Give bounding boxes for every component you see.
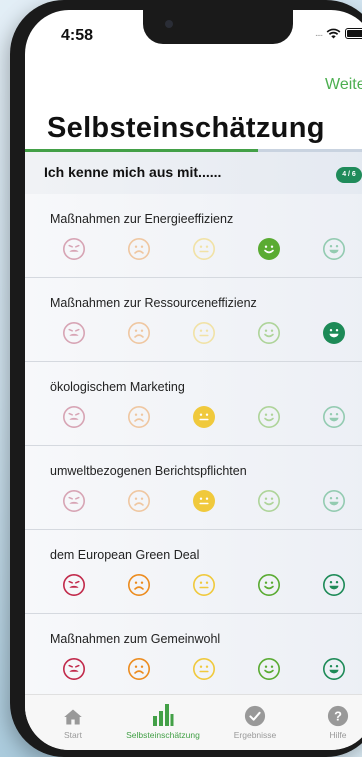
app-screen: 4:58 .... Weiter Selbsteinschätzung Ich … [25, 10, 362, 750]
neutral-face-icon[interactable] [192, 657, 216, 681]
happy-face-icon[interactable] [257, 573, 281, 597]
rating-item-label: Maßnahmen zur Energieeffizienz [50, 212, 234, 226]
tab-hilfe[interactable]: ? Hilfe [293, 701, 362, 740]
rating-item-label: umweltbezogenen Berichtspflichten [50, 464, 247, 478]
signal-dots: .... [315, 28, 323, 39]
rating-item-label: Maßnahmen zur Ressourceneffizienz [50, 296, 257, 310]
happy-face-icon[interactable] [257, 657, 281, 681]
wifi-icon [326, 28, 341, 39]
tab-label: Hilfe [329, 730, 347, 740]
sad-face-icon[interactable] [127, 489, 151, 513]
weiter-button[interactable]: Weiter [325, 76, 362, 94]
tab-start[interactable]: Start [28, 701, 118, 740]
very-sad-face-icon[interactable] [62, 321, 86, 345]
rating-item: umweltbezogenen Berichtspflichten [25, 446, 362, 530]
bar-chart-icon [118, 701, 208, 727]
tab-label: Selbsteinschätzung [126, 730, 200, 740]
rating-options [62, 489, 346, 513]
sad-face-icon[interactable] [127, 405, 151, 429]
rating-item-label: ökologischem Marketing [50, 380, 185, 394]
very-happy-face-icon[interactable] [322, 573, 346, 597]
very-sad-face-icon[interactable] [62, 573, 86, 597]
rating-item: dem European Green Deal [25, 530, 362, 614]
sad-face-icon[interactable] [127, 573, 151, 597]
status-icons: .... [315, 28, 362, 39]
home-icon [28, 701, 118, 727]
rating-options [62, 657, 346, 681]
neutral-face-icon[interactable] [192, 489, 216, 513]
tab-ergebnisse[interactable]: Ergebnisse [210, 701, 300, 740]
progress-badge: 4 / 6 [336, 167, 362, 183]
very-sad-face-icon[interactable] [62, 405, 86, 429]
camera-icon [165, 20, 173, 28]
very-happy-face-icon[interactable] [322, 237, 346, 261]
rating-options [62, 573, 346, 597]
very-happy-face-icon[interactable] [322, 405, 346, 429]
neutral-face-icon[interactable] [192, 573, 216, 597]
rating-item: Maßnahmen zur Energieeffizienz [25, 194, 362, 278]
happy-face-icon[interactable] [257, 405, 281, 429]
page-title: Selbsteinschätzung [47, 112, 325, 144]
rating-options [62, 321, 346, 345]
sad-face-icon[interactable] [127, 321, 151, 345]
very-happy-face-icon[interactable] [322, 489, 346, 513]
tab-bar: Start Selbsteinschätzung Ergebnisse? Hilfe [25, 694, 362, 750]
neutral-face-icon[interactable] [192, 321, 216, 345]
rating-options [62, 237, 346, 261]
very-happy-face-icon[interactable] [322, 321, 346, 345]
svg-text:?: ? [334, 709, 342, 724]
checkmark-icon [210, 701, 300, 727]
section-header: Ich kenne mich aus mit...... 4 / 6 [25, 152, 362, 195]
sad-face-icon[interactable] [127, 657, 151, 681]
battery-icon [345, 28, 362, 39]
happy-face-icon[interactable] [257, 489, 281, 513]
tab-label: Start [64, 730, 82, 740]
rating-options [62, 405, 346, 429]
tab-label: Ergebnisse [233, 730, 277, 740]
happy-face-icon[interactable] [257, 237, 281, 261]
rating-item: ökologischem Marketing [25, 362, 362, 446]
very-happy-face-icon[interactable] [322, 657, 346, 681]
neutral-face-icon[interactable] [192, 405, 216, 429]
help-icon: ? [293, 701, 362, 727]
phone-frame: 4:58 .... Weiter Selbsteinschätzung Ich … [10, 0, 362, 757]
rating-item: Maßnahmen zur Ressourceneffizienz [25, 278, 362, 362]
status-time: 4:58 [61, 27, 94, 44]
notch [143, 10, 293, 44]
happy-face-icon[interactable] [257, 321, 281, 345]
very-sad-face-icon[interactable] [62, 237, 86, 261]
rating-item-label: Maßnahmen zum Gemeinwohl [50, 632, 221, 646]
rating-list: Maßnahmen zur Energieeffizienz Maßnahmen … [25, 194, 362, 698]
rating-item: Maßnahmen zum Gemeinwohl [25, 614, 362, 698]
section-label: Ich kenne mich aus mit...... [44, 164, 222, 180]
very-sad-face-icon[interactable] [62, 489, 86, 513]
very-sad-face-icon[interactable] [62, 657, 86, 681]
sad-face-icon[interactable] [127, 237, 151, 261]
tab-selbsteinschätzung[interactable]: Selbsteinschätzung [118, 701, 208, 740]
rating-item-label: dem European Green Deal [50, 548, 200, 562]
neutral-face-icon[interactable] [192, 237, 216, 261]
